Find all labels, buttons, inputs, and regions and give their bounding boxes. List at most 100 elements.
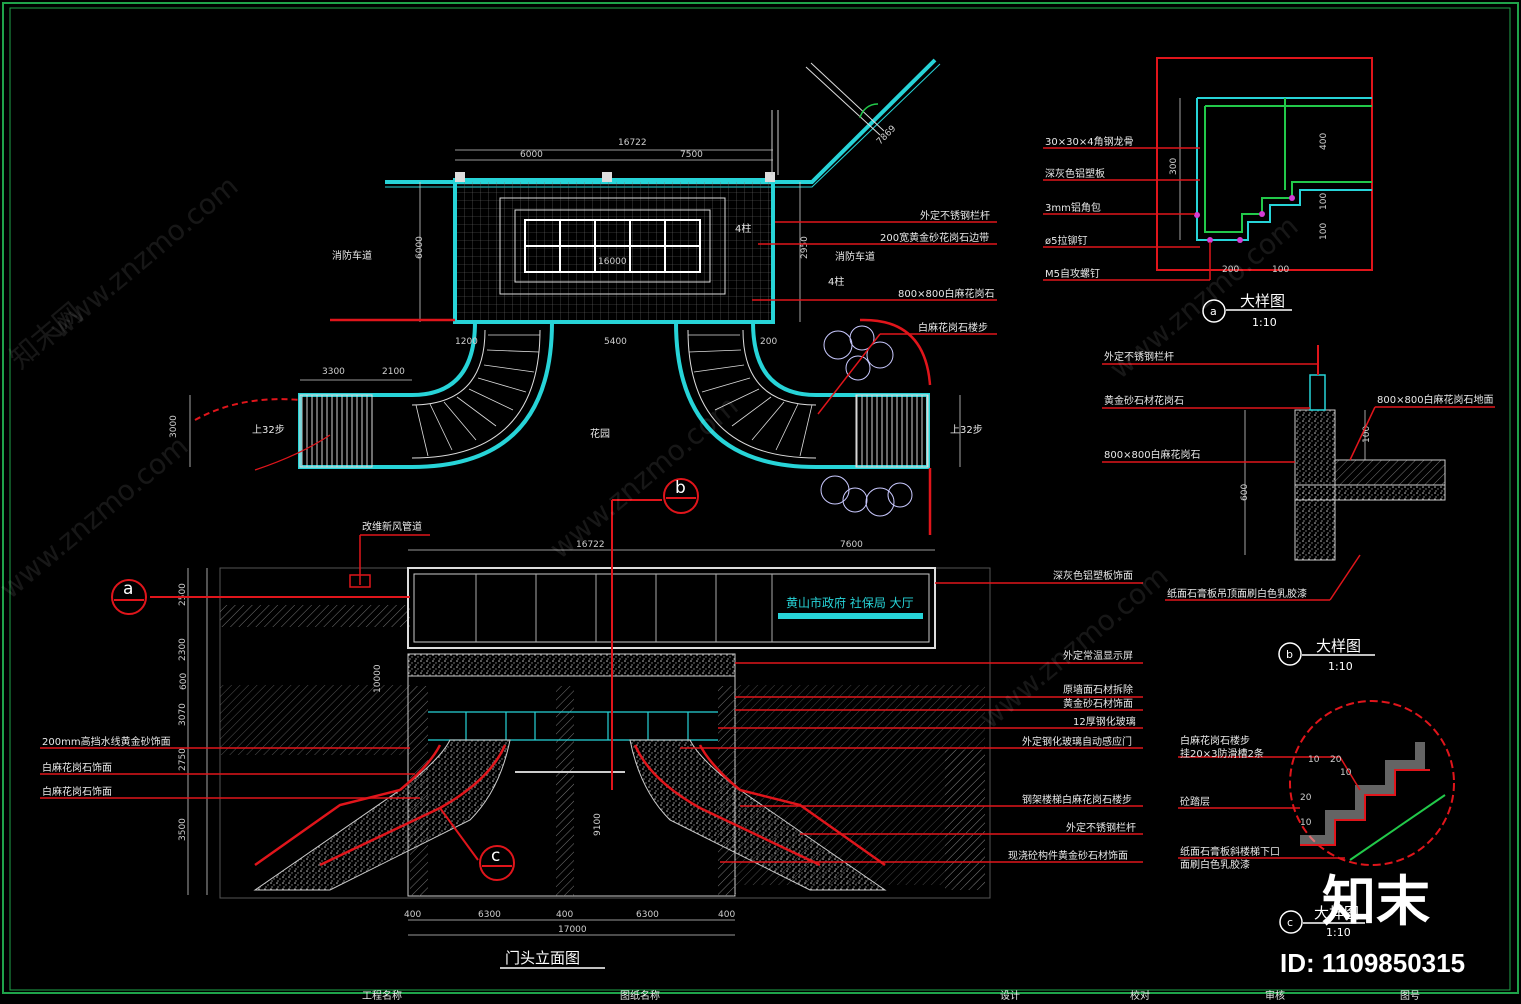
section-marker-b-text: b: [675, 478, 686, 498]
detail-a-label-0: 30×30×4角钢龙骨: [1045, 135, 1134, 148]
watermark-3: www.znzmo.com: [543, 389, 744, 565]
elevation-left-dim-5: 2750: [178, 748, 188, 771]
cad-drawing: 7869 16000 16722 6000 7500 6000 2950 消防车…: [0, 2, 1519, 1002]
elevation-right-note-5: 外定钢化玻璃自动感应门: [1022, 735, 1132, 748]
detail-b-label-1: 黄金砂石材花岗石: [1104, 394, 1184, 407]
elevation-right-note-6: 钢架楼梯白麻花岗石楼步: [1022, 793, 1132, 806]
elevation-left-dim-3: 10000: [373, 664, 383, 693]
detail-a-label-2: 3mm铝角包: [1045, 201, 1101, 214]
elevation-left-stair: [253, 739, 511, 891]
detail-b-label-2: 800×800白麻花岗石: [1104, 448, 1201, 461]
detail-a-title: 大样图: [1240, 292, 1285, 310]
footer-cell-5: 图号: [1400, 990, 1420, 1000]
detail-b-marker-text: b: [1286, 648, 1293, 661]
elevation-view: 黄山市政府 社保局 大厅 16722 7600 改维新风管道 2500 2300…: [40, 478, 1143, 969]
watermark-cn: 知末网: [3, 296, 89, 375]
plan-dim-3300: 3300: [322, 367, 345, 377]
elevation-left-note-2: 白麻花岗石饰面: [42, 785, 112, 798]
plan-pillar-tag: 4柱: [735, 222, 751, 235]
plan-dim-height: 6000: [415, 236, 425, 259]
detail-a-dim-3: 400: [1319, 133, 1329, 150]
detail-c-dim-4: 10: [1300, 818, 1312, 828]
elevation-bottom-total: 17000: [558, 925, 587, 935]
elevation-left-dim-6: 3500: [178, 818, 188, 841]
elevation-display-band: [407, 653, 736, 677]
detail-c-label-4: 面刷白色乳胶漆: [1180, 858, 1250, 871]
detail-c-label-2: 砼踏层: [1180, 795, 1210, 808]
elevation-sign-text: 黄山市政府 社保局 大厅: [786, 595, 914, 610]
plan-dim-5400: 5400: [604, 337, 627, 347]
detail-a-dim-0: 300: [1169, 158, 1179, 175]
elevation-left-dim-2: 600: [179, 673, 189, 690]
elevation-dim-right: 7600: [840, 540, 863, 550]
elevation-right-note-7: 外定不锈钢栏杆: [1066, 821, 1136, 834]
watermark-brand: 知末: [1322, 870, 1430, 933]
plan-fire-lane-right: 消防车道: [835, 250, 875, 263]
section-marker-c-text: c: [491, 846, 500, 866]
elevation-right-note-4: 12厚钢化玻璃: [1073, 715, 1136, 728]
detail-a-scale: 1:10: [1252, 316, 1277, 329]
plan-top-wall: [385, 58, 937, 184]
elevation-bottom-dim-0: 400: [404, 910, 421, 920]
elevation-title: 门头立面图: [505, 949, 580, 967]
plan-dim-1200: 1200: [455, 337, 478, 347]
plan-view: 7869 16000 16722 6000 7500 6000 2950 消防车…: [169, 58, 997, 535]
elevation-center-dim: 9100: [593, 813, 603, 836]
section-marker-a-text: a: [123, 579, 133, 599]
plan-note-1: 200宽黄金砂花岗石边带: [880, 231, 989, 244]
plan-dim-total: 16722: [618, 138, 647, 148]
footer-cell-0: 工程名称: [362, 989, 402, 1000]
elevation-bottom-dim-3: 6300: [636, 910, 659, 920]
footer-cell-4: 审核: [1265, 989, 1285, 1000]
plan-pillar-tag-2: 4柱: [828, 275, 844, 288]
detail-a-label-1: 深灰色铝塑板: [1045, 167, 1105, 180]
elevation-bottom-dim-1: 6300: [478, 910, 501, 920]
watermark-2: www.znzmo.com: [0, 429, 194, 605]
elevation-pipe-label: 改维新风管道: [362, 520, 422, 533]
watermark-id: ID: 1109850315: [1280, 948, 1465, 978]
elevation-bottom-dim-4: 400: [718, 910, 735, 920]
plan-note-0: 外定不锈钢栏杆: [920, 209, 990, 222]
footer-cell-3: 校对: [1130, 989, 1150, 1000]
detail-c-label-3: 纸面石膏板斜楼梯下口: [1180, 845, 1280, 858]
detail-a-dim-4: 100: [1319, 193, 1329, 210]
plan-up-right: 上32步: [950, 424, 983, 436]
plan-dim-right: 7500: [680, 150, 703, 160]
detail-a-dim-5: 100: [1319, 223, 1329, 240]
detail-a-label-4: M5自攻螺钉: [1045, 267, 1100, 280]
elevation-left-dim-1: 2300: [178, 638, 188, 661]
detail-c-label-0: 白麻花岗石楼步: [1180, 734, 1250, 747]
detail-b: 100 600 外定不锈钢栏杆 黄金砂石材花岗石 800×800白麻花岗石 80…: [1102, 345, 1495, 673]
detail-b-title: 大样图: [1316, 637, 1361, 655]
elevation-right-note-8: 现浇砼构件黄金砂石材饰面: [1008, 849, 1128, 862]
elevation-right-note-3: 黄金砂石材饰面: [1063, 697, 1133, 710]
plan-note-3: 白麻花岗石楼步: [918, 321, 988, 334]
detail-b-dim-1: 600: [1240, 484, 1250, 501]
elevation-left-dim-0: 2500: [178, 583, 188, 606]
elevation-left-dim-4: 3070: [178, 703, 188, 726]
detail-b-label-4: 纸面石膏板吊顶面刷白色乳胶漆: [1167, 587, 1307, 600]
plan-fire-lane-left: 消防车道: [332, 249, 372, 262]
detail-c-dim-0: 10: [1308, 755, 1320, 765]
detail-b-scale: 1:10: [1328, 660, 1353, 673]
detail-c-marker-text: c: [1287, 916, 1293, 929]
detail-a-dim-2: 100: [1272, 265, 1289, 275]
plan-note-2: 800×800白麻花岗石: [898, 287, 995, 300]
elevation-left-note-1: 白麻花岗石饰面: [42, 761, 112, 774]
plan-annotations: 外定不锈钢栏杆 200宽黄金砂花岗石边带 800×800白麻花岗石 白麻花岗石楼…: [752, 209, 997, 415]
plan-center-label: 16000: [598, 257, 627, 267]
elevation-right-note-0: 深灰色铝塑板饰面: [1053, 569, 1133, 582]
plan-garden: 花园: [590, 427, 610, 440]
elevation-right-note-2: 原墙面石材拆除: [1063, 683, 1133, 696]
cad-drawing-canvas[interactable]: 7869 16000 16722 6000 7500 6000 2950 消防车…: [0, 0, 1521, 1002]
elevation-left-note-0: 200mm高挡水线黄金砂饰面: [42, 735, 171, 748]
elevation-bottom-dim-2: 400: [556, 910, 573, 920]
footer-cell-1: 图纸名称: [620, 989, 660, 1000]
plan-dim-200: 200: [760, 337, 777, 347]
plan-dim-height-right: 2950: [800, 236, 810, 259]
detail-c-label-1: 挂20×3防滑槽2条: [1180, 747, 1264, 760]
detail-b-label-3: 800×800白麻花岗石地面: [1377, 393, 1494, 406]
footer-cell-2: 设计: [1000, 989, 1020, 1000]
title-block-strip: 工程名称 图纸名称 设计 校对 审核 图号: [10, 989, 1510, 1002]
detail-b-dim-0: 100: [1362, 426, 1372, 443]
